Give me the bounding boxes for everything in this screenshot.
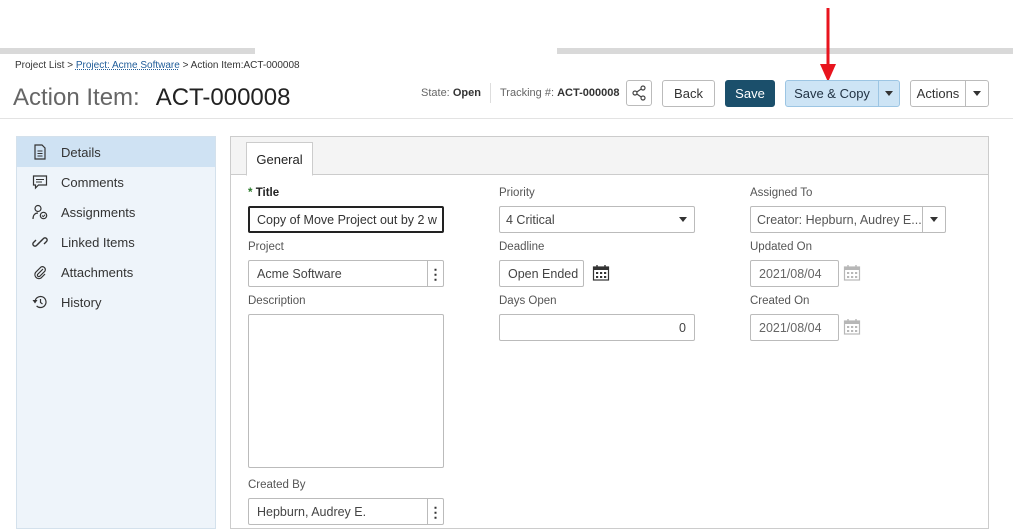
save-and-copy-button[interactable]: Save & Copy (785, 80, 879, 107)
sidebar-item-comments[interactable]: Comments (17, 167, 215, 197)
breadcrumb-separator: > (182, 60, 189, 71)
description-label: Description (248, 295, 306, 307)
priority-select-value: 4 Critical (506, 212, 555, 227)
actions-button[interactable]: Actions (910, 80, 966, 107)
comment-icon (31, 173, 49, 191)
header-divider (490, 83, 491, 103)
sidebar-item-label: Assignments (61, 204, 136, 220)
tracking-value: ACT-000008 (557, 87, 620, 99)
required-mark: * (248, 187, 253, 199)
deadline-input[interactable]: Open Ended (499, 260, 584, 287)
priority-dropdown-button[interactable] (671, 207, 694, 232)
assigned-to-select-value: Creator: Hepburn, Audrey E.... (757, 212, 922, 227)
share-icon (632, 85, 646, 101)
chevron-down-icon (930, 217, 938, 222)
created-on-field: 2021/08/04 (750, 314, 839, 341)
sidebar-item-history[interactable]: History (17, 287, 215, 317)
days-open-field: 0 (499, 314, 695, 341)
sidebar-item-label: History (61, 294, 102, 310)
page: Project List > Project: Acme Software > … (0, 0, 1013, 529)
updated-on-field: 2021/08/04 (750, 260, 839, 287)
tracking-label: Tracking #: (500, 87, 555, 99)
project-field[interactable]: Acme Software ⋮ (248, 260, 444, 287)
description-textarea[interactable] (248, 314, 444, 468)
header-divider-line (0, 118, 1013, 119)
paperclip-icon (31, 263, 49, 281)
created-by-more-button[interactable]: ⋮ (427, 499, 443, 524)
project-field-value: Acme Software (257, 266, 342, 281)
deadline-label: Deadline (499, 241, 545, 253)
created-by-field[interactable]: Hepburn, Audrey E. ⋮ (248, 498, 444, 525)
assignment-icon (31, 203, 49, 221)
calendar-icon (843, 265, 861, 281)
chevron-down-icon (885, 91, 893, 96)
sidebar-item-assignments[interactable]: Assignments (17, 197, 215, 227)
assigned-to-label: Assigned To (750, 187, 813, 199)
updated-on-label: Updated On (750, 241, 813, 253)
state-value: Open (452, 87, 481, 99)
sidebar-item-label: Details (61, 144, 101, 160)
assigned-to-select[interactable]: Creator: Hepburn, Audrey E.... (750, 206, 946, 233)
state-indicator: State: Open (421, 87, 481, 99)
priority-select[interactable]: 4 Critical (499, 206, 695, 233)
back-button[interactable]: Back (662, 80, 715, 107)
annotation-arrow-icon (820, 8, 836, 82)
kebab-menu-icon: ⋮ (428, 265, 443, 282)
chevron-down-icon (678, 217, 687, 222)
sidebar-item-attachments[interactable]: Attachments (17, 257, 215, 287)
save-and-copy-dropdown-button[interactable] (878, 80, 900, 107)
top-bar (0, 48, 1013, 54)
page-title-label: Action Item: (13, 84, 140, 111)
title-input[interactable]: Copy of Move Project out by 2 w (248, 206, 444, 233)
page-title-id: ACT-000008 (155, 84, 291, 111)
breadcrumb: Project List > Project: Acme Software > … (15, 60, 300, 71)
link-icon (31, 233, 49, 251)
history-icon (31, 293, 49, 311)
tab-general[interactable]: General (246, 142, 313, 176)
sidebar-item-label: Attachments (61, 264, 134, 280)
sidebar-item-label: Linked Items (61, 234, 135, 250)
calendar-icon[interactable] (592, 264, 610, 282)
sidebar-item-details[interactable]: Details (17, 137, 215, 167)
project-label: Project (248, 241, 284, 253)
created-by-field-value: Hepburn, Audrey E. (257, 504, 367, 519)
project-more-button[interactable]: ⋮ (427, 261, 443, 286)
breadcrumb-current: Action Item:ACT-000008 (190, 60, 300, 71)
breadcrumb-project-link[interactable]: Project: Acme Software (76, 60, 180, 71)
details-panel: General * Title Copy of Move Project out… (230, 136, 989, 529)
title-label-text: Title (255, 187, 280, 199)
assigned-to-dropdown-button[interactable] (922, 207, 945, 232)
document-icon (31, 143, 49, 161)
created-on-label: Created On (750, 295, 810, 307)
chevron-down-icon (973, 91, 981, 96)
save-button[interactable]: Save (725, 80, 775, 107)
tab-bar: General (231, 137, 988, 176)
days-open-label: Days Open (499, 295, 557, 307)
deadline-input-value: Open Ended (508, 266, 579, 281)
breadcrumb-project-list[interactable]: Project List (15, 60, 64, 71)
title-input-value: Copy of Move Project out by 2 w (257, 212, 437, 227)
breadcrumb-separator: > (67, 60, 74, 71)
sidebar-item-label: Comments (61, 174, 124, 190)
top-bar-gap (255, 48, 557, 54)
created-by-label: Created By (248, 479, 306, 491)
page-title: Action Item: ACT-000008 (13, 84, 290, 112)
title-label: * Title (248, 187, 279, 199)
kebab-menu-icon: ⋮ (428, 503, 443, 520)
sidebar-item-linked-items[interactable]: Linked Items (17, 227, 215, 257)
calendar-icon (843, 319, 861, 335)
sidebar: Details Comments Assignments Linked Item… (16, 136, 216, 529)
share-button[interactable] (626, 80, 652, 106)
state-label: State: (421, 87, 450, 99)
actions-dropdown-button[interactable] (965, 80, 989, 107)
priority-label: Priority (499, 187, 535, 199)
tracking-indicator: Tracking #: ACT-000008 (500, 87, 619, 99)
